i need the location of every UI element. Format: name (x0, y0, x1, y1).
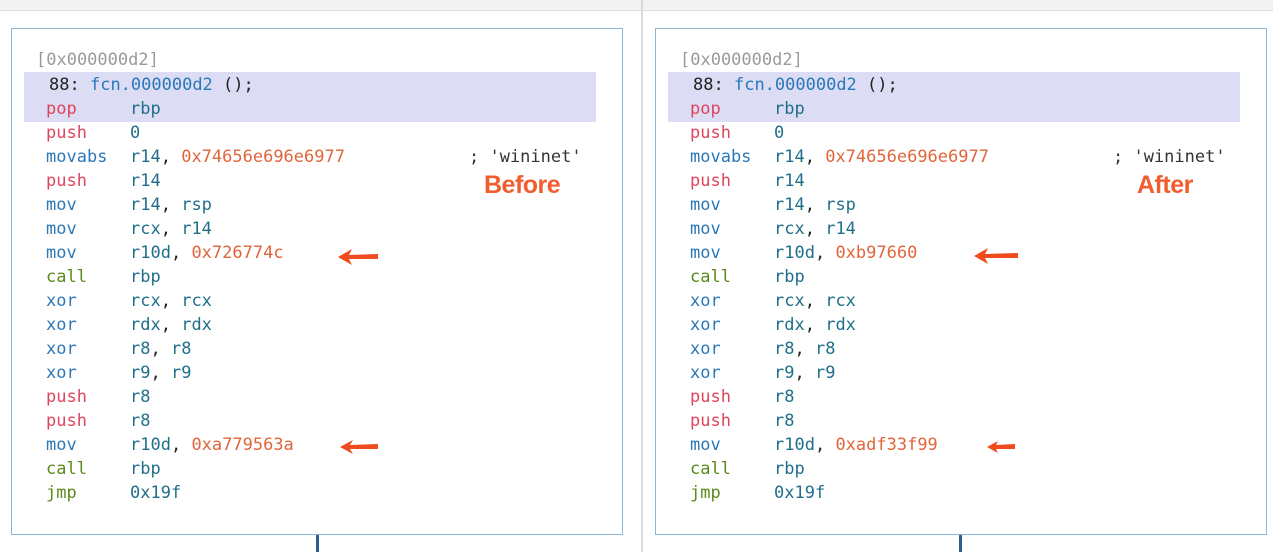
operands: r9, r9 (774, 361, 835, 385)
operand: r9 (774, 363, 795, 383)
arrow-left-icon (987, 441, 1015, 453)
operand: r10d (774, 243, 815, 263)
opcode: push (690, 411, 731, 431)
operand: r14 (774, 147, 805, 167)
asm-instruction-line[interactable]: push 0 (656, 121, 1256, 145)
operands: rbp (774, 457, 805, 481)
operand: rbp (774, 99, 805, 119)
asm-instruction-line[interactable]: xor rcx, rcx (656, 289, 1256, 313)
opcode: push (690, 387, 731, 407)
separator: , (794, 363, 815, 383)
asm-instruction-line[interactable]: jmp 0x19f (656, 481, 1256, 505)
opcode: xor (690, 339, 721, 359)
operands: rdx, rdx (774, 313, 856, 337)
operand: rcx (774, 219, 805, 239)
operands: rcx, rcx (774, 289, 856, 313)
opcode: movabs (690, 147, 752, 167)
function-header[interactable]: 88: fcn.000000d2 (); (693, 73, 898, 97)
opcode: jmp (690, 483, 721, 503)
graph-node-after[interactable]: [0x000000d2] 88: fcn.000000d2 (); pop rbp p… (655, 28, 1267, 535)
asm-instruction-line[interactable]: mov r10d, 0xb97660 (656, 241, 1256, 265)
separator: , (804, 219, 826, 239)
operand: 0x19f (774, 483, 826, 503)
operand: rcx (825, 291, 856, 311)
operands: 0 (774, 121, 784, 145)
graph-edge (959, 535, 962, 552)
string-comment: ; 'wininet' (1113, 147, 1226, 167)
asm-instruction-line[interactable]: movabs r14, 0x74656e696e6977 ; 'wininet' (656, 145, 1256, 169)
operands: r8 (774, 385, 794, 409)
operand: r8 (774, 387, 795, 407)
operands: rcx, r14 (774, 217, 856, 241)
asm-instruction-line[interactable]: push r8 (656, 409, 1256, 433)
after-panel: [0x000000d2] 88: fcn.000000d2 (); pop rbp p… (0, 0, 1273, 552)
operand: r9 (814, 363, 836, 383)
operand: r14 (825, 219, 856, 239)
immediate-value: 0x74656e696e6977 (825, 147, 989, 167)
opcode: mov (690, 195, 721, 215)
line-number: 88: (693, 75, 724, 95)
asm-instruction-line[interactable]: call rbp (656, 265, 1256, 289)
asm-instruction-line[interactable]: push r8 (656, 385, 1256, 409)
operands: r8 (774, 409, 794, 433)
arrow-left-icon (974, 248, 1018, 264)
operands: 0x19f (774, 481, 825, 505)
opcode: xor (690, 363, 721, 383)
operands: r10d, 0xb97660 (774, 241, 917, 265)
separator: , (794, 339, 815, 359)
operand: r10d (774, 435, 815, 455)
asm-instruction-line[interactable]: pop rbp (656, 97, 1256, 121)
separator: , (804, 291, 826, 311)
opcode: mov (690, 243, 721, 263)
operands: r14, rsp (774, 193, 856, 217)
operand: rbp (774, 459, 805, 479)
operand: r14 (774, 195, 805, 215)
operands: rbp (774, 265, 805, 289)
opcode: mov (690, 219, 721, 239)
operand: 0 (774, 123, 785, 143)
opcode: push (690, 123, 731, 143)
asm-instruction-line[interactable]: mov rcx, r14 (656, 217, 1256, 241)
operands: r10d, 0xadf33f99 (774, 433, 938, 457)
after-label: After (1137, 171, 1193, 199)
operands: r14 (774, 169, 805, 193)
operand: rbp (774, 267, 805, 287)
immediate-value: 0xadf33f99 (835, 435, 938, 455)
operand: r8 (774, 411, 795, 431)
asm-instruction-line[interactable]: xor rdx, rdx (656, 313, 1256, 337)
operand: rsp (825, 195, 856, 215)
function-signature: (); (856, 75, 898, 95)
separator: , (804, 147, 826, 167)
asm-instruction-line[interactable]: mov r10d, 0xadf33f99 (656, 433, 1256, 457)
separator: , (814, 243, 836, 263)
opcode: xor (690, 291, 721, 311)
operands: rbp (774, 97, 805, 121)
operand: rdx (825, 315, 856, 335)
separator: , (814, 435, 836, 455)
operand: r8 (774, 339, 795, 359)
operand: rdx (774, 315, 805, 335)
opcode: xor (690, 315, 721, 335)
opcode: push (690, 171, 731, 191)
operands: r8, r8 (774, 337, 835, 361)
opcode: pop (690, 99, 721, 119)
opcode: call (690, 459, 731, 479)
operand: rcx (774, 291, 805, 311)
opcode: call (690, 267, 731, 287)
operands: r14, 0x74656e696e6977 (774, 145, 989, 169)
asm-instruction-line[interactable]: xor r8, r8 (656, 337, 1256, 361)
operand: r8 (814, 339, 836, 359)
separator: , (804, 195, 826, 215)
separator: , (804, 315, 826, 335)
operand: r14 (774, 171, 805, 191)
function-name[interactable]: fcn.000000d2 (734, 75, 857, 95)
immediate-value: 0xb97660 (835, 243, 918, 263)
asm-instruction-line[interactable]: call rbp (656, 457, 1256, 481)
block-address: [0x000000d2] (680, 50, 803, 70)
asm-instruction-line[interactable]: xor r9, r9 (656, 361, 1256, 385)
opcode: mov (690, 435, 721, 455)
